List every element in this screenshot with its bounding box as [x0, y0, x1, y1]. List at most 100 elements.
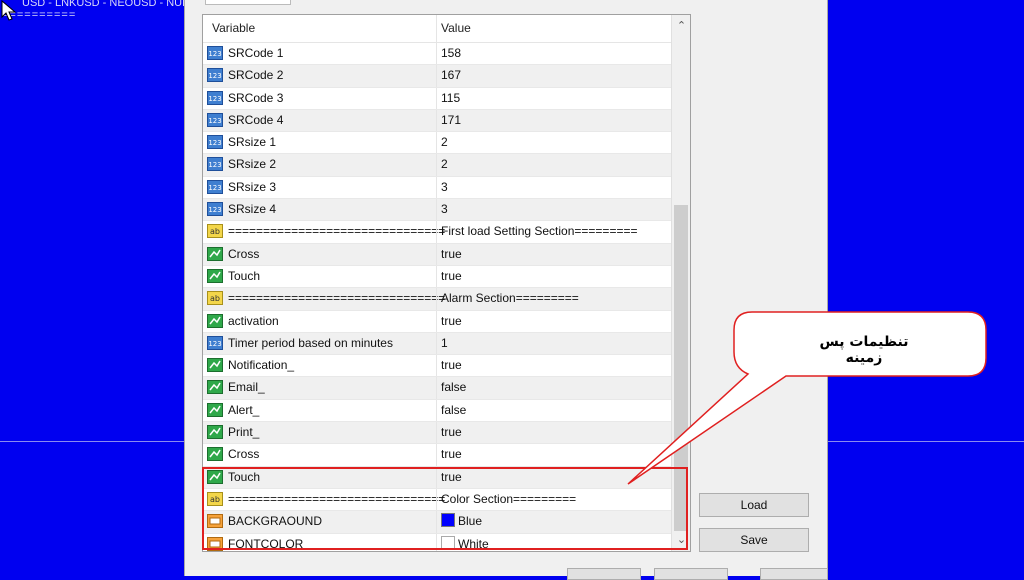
integer-type-icon: 123 [207, 179, 223, 194]
variable-value[interactable]: true [441, 422, 462, 443]
table-row[interactable]: 123 SRsize 4 3 [203, 199, 671, 222]
variable-name: SRCode 2 [228, 68, 284, 83]
variable-value[interactable]: true [441, 467, 462, 488]
svg-text:123: 123 [208, 72, 221, 80]
table-row[interactable]: ab =============================== First l… [203, 221, 671, 244]
load-button[interactable]: Load [699, 493, 809, 517]
variable-name: Touch [228, 469, 261, 484]
variable-value[interactable]: true [441, 266, 462, 287]
variable-name: Alert_ [228, 402, 260, 417]
cancel-button[interactable] [654, 568, 728, 580]
variable-name: Email_ [228, 380, 265, 395]
variable-value[interactable]: true [441, 244, 462, 265]
variable-value[interactable]: Blue [441, 511, 482, 532]
boolean-type-icon [207, 425, 223, 440]
chart-level-line-left [0, 441, 184, 442]
table-row[interactable]: 123 SRsize 3 3 [203, 176, 671, 200]
variable-name: activation [228, 313, 279, 328]
variable-value-text: 2 [441, 157, 448, 172]
variable-value[interactable]: White [441, 534, 489, 551]
variable-name: Cross [228, 246, 260, 261]
table-row[interactable]: Print_ true [203, 422, 671, 445]
table-row[interactable]: BACKGRAOUND Blue [203, 511, 671, 534]
integer-type-icon: 123 [207, 335, 223, 350]
variable-value[interactable]: false [441, 400, 466, 421]
table-row[interactable]: Notification_ true [203, 355, 671, 378]
table-row[interactable]: activation true [203, 310, 671, 333]
svg-text:ab: ab [210, 495, 220, 504]
table-row[interactable]: 123 SRCode 3 115 [203, 87, 671, 110]
column-divider [436, 310, 437, 332]
variable-value[interactable]: true [441, 311, 462, 332]
variable-value-text: 158 [441, 46, 462, 60]
table-row[interactable]: 123 Timer period based on minutes 1 [203, 332, 671, 356]
column-header-value[interactable]: Value [441, 15, 471, 42]
save-button[interactable]: Save [699, 528, 809, 552]
column-divider [436, 65, 437, 87]
variable-value-text: true [441, 268, 462, 283]
scroll-down-icon[interactable]: ⌄ [672, 531, 690, 549]
reset-button[interactable] [760, 568, 828, 580]
variable-value[interactable]: First load Setting Section========= [441, 221, 637, 242]
table-row[interactable]: Touch true [203, 466, 671, 489]
variable-value[interactable]: 115 [441, 88, 460, 109]
table-row[interactable]: Email_ false [203, 377, 671, 400]
variable-name: =============================== [228, 491, 446, 506]
scroll-up-icon[interactable]: ⌃ [672, 17, 690, 35]
table-row[interactable]: Touch true [203, 265, 671, 289]
variable-value[interactable]: Alarm Section========= [441, 288, 579, 309]
string-type-icon: ab [207, 224, 223, 239]
column-divider [436, 488, 437, 511]
table-row[interactable]: ab =============================== Color S… [203, 488, 671, 512]
column-header-variable[interactable]: Variable [212, 15, 255, 42]
variable-value[interactable]: 3 [441, 199, 448, 220]
table-row[interactable]: 123 SRsize 2 2 [203, 154, 671, 177]
integer-type-icon: 123 [207, 202, 223, 217]
table-row[interactable]: FONTCOLOR White [203, 533, 671, 551]
table-row[interactable]: 123 SRCode 4 171 [203, 109, 671, 133]
variable-value[interactable]: 1 [441, 333, 448, 354]
integer-type-icon: 123 [207, 46, 223, 60]
table-row[interactable]: Alert_ false [203, 399, 671, 423]
column-divider [436, 243, 437, 265]
svg-text:ab: ab [210, 227, 220, 236]
color-swatch [441, 535, 455, 550]
variable-name: SRsize 2 [228, 157, 277, 172]
integer-type-icon: 123 [207, 112, 223, 127]
variable-value[interactable]: 3 [441, 177, 448, 198]
table-row[interactable]: 123 SRCode 1 158 [203, 43, 671, 66]
color-type-icon [207, 514, 223, 529]
variable-value[interactable]: 167 [441, 65, 461, 86]
variable-value[interactable]: Color Section========= [441, 489, 576, 510]
column-divider [436, 176, 437, 199]
variable-value[interactable]: true [441, 444, 462, 465]
column-divider [436, 43, 437, 65]
boolean-type-icon [207, 268, 223, 283]
variable-value[interactable]: 2 [441, 132, 448, 153]
variable-value[interactable]: true [441, 355, 462, 376]
variable-value-text: true [441, 313, 462, 328]
color-type-icon [207, 536, 223, 551]
variable-value[interactable]: 2 [441, 154, 448, 175]
table-row[interactable]: Cross true [203, 243, 671, 266]
table-row[interactable]: Cross true [203, 444, 671, 467]
string-type-icon: ab [207, 291, 223, 306]
variable-value-text: true [441, 425, 462, 440]
table-row[interactable]: 123 SRCode 2 167 [203, 65, 671, 88]
table-row[interactable]: ab =============================== Alarm S… [203, 288, 671, 311]
color-swatch [441, 513, 455, 528]
tab-inputs[interactable] [205, 0, 291, 5]
variable-value-text: Blue [458, 514, 483, 529]
variable-value[interactable]: false [441, 377, 466, 398]
variable-value[interactable]: 158 [441, 43, 461, 64]
column-divider [436, 265, 437, 288]
ok-button[interactable] [567, 568, 641, 580]
svg-text:123: 123 [208, 161, 221, 169]
variable-value[interactable]: 171 [441, 110, 461, 131]
vertical-scrollbar[interactable]: ⌃ ⌄ [671, 15, 690, 551]
table-row[interactable]: 123 SRsize 1 2 [203, 132, 671, 155]
scrollbar-thumb[interactable] [674, 205, 688, 531]
boolean-type-icon [207, 447, 223, 462]
integer-type-icon: 123 [207, 135, 223, 150]
boolean-type-icon [207, 313, 223, 328]
